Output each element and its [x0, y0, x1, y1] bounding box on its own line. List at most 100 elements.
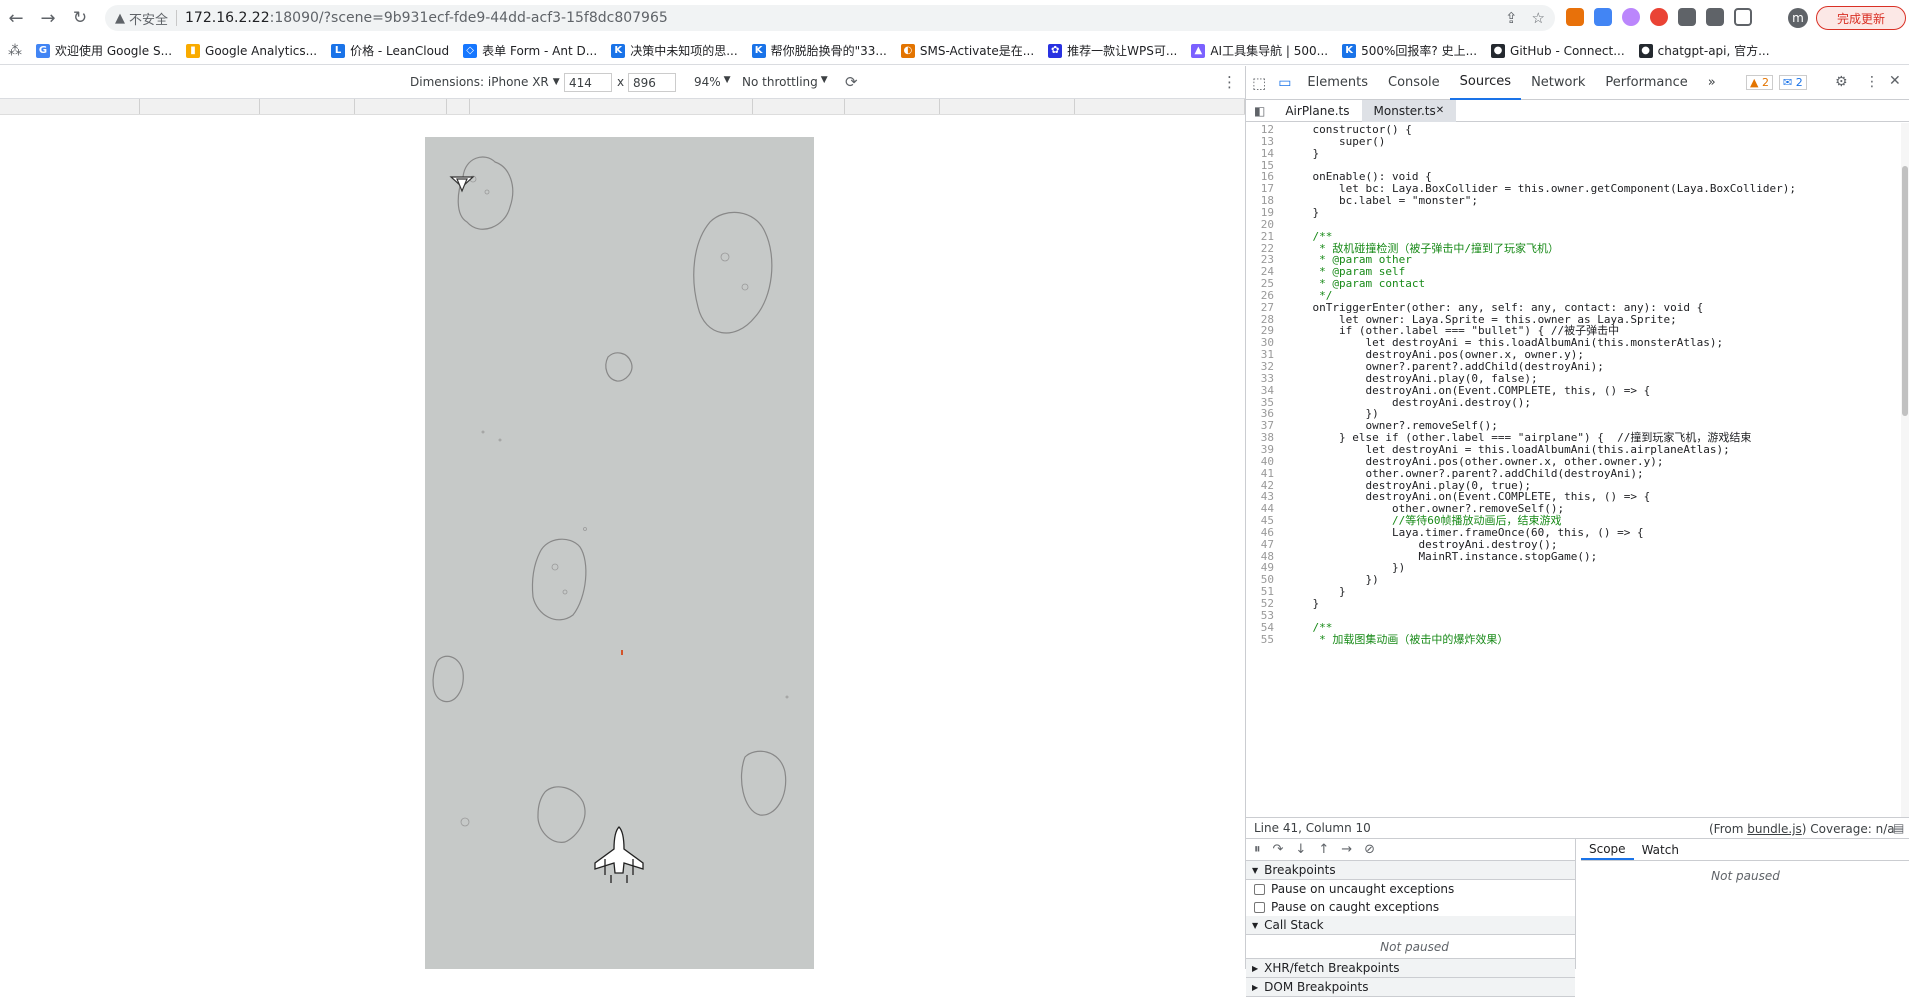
security-label: 不安全 [129, 12, 169, 28]
bookmark-star-icon[interactable]: ☆ [1532, 9, 1545, 27]
translate-icon[interactable] [1678, 8, 1696, 26]
step-icon[interactable]: → [1341, 842, 1352, 857]
close-tab-icon[interactable]: ✕ [1436, 105, 1444, 116]
share-icon[interactable]: ⇪ [1505, 9, 1518, 27]
bookmark-item[interactable]: ▮ Google Analytics... [186, 43, 317, 58]
file-tab[interactable]: AirPlane.ts [1273, 100, 1361, 122]
puzzle-extensions-icon[interactable] [1706, 8, 1724, 26]
breakpoints-section-header[interactable]: ▼ Breakpoints [1246, 861, 1575, 880]
enemy-plane [449, 176, 475, 193]
triangle-right-icon: ▶ [1252, 963, 1259, 973]
bookmark-favicon-icon: ✿ [1048, 43, 1063, 58]
back-arrow-icon[interactable]: ← [4, 6, 28, 30]
tab-watch[interactable]: Watch [1634, 839, 1687, 860]
bookmark-favicon-icon: K [611, 43, 626, 58]
dom-breakpoints-header[interactable]: ▶ DOM Breakpoints [1246, 978, 1575, 997]
code-editor[interactable]: 12 constructor() {13 super() 14 } 15 16 onE… [1246, 123, 1900, 817]
bookmark-favicon-icon: ▲ [1191, 43, 1206, 58]
call-stack-section-header[interactable]: ▼ Call Stack [1246, 916, 1575, 935]
source-prefix: (From [1709, 822, 1748, 836]
tab-console[interactable]: Console [1378, 66, 1450, 100]
source-file-link[interactable]: bundle.js [1747, 822, 1802, 836]
asteroid [531, 538, 587, 621]
bookmark-item[interactable]: ✿ 推荐一款让WPS可... [1048, 42, 1177, 59]
pause-uncaught-row[interactable]: Pause on uncaught exceptions [1246, 880, 1575, 898]
scrollbar-thumb[interactable] [1902, 166, 1908, 416]
profile-avatar[interactable]: m [1788, 8, 1808, 28]
bookmark-item[interactable]: ▲ AI工具集导航 | 500... [1191, 42, 1328, 59]
pause-caught-label: Pause on caught exceptions [1271, 900, 1440, 914]
messages-badge[interactable]: ✉ 2 [1778, 75, 1807, 90]
more-options-icon[interactable]: ⋮ [1865, 74, 1879, 90]
star [583, 527, 587, 531]
crater [720, 252, 730, 262]
bookmark-label: 价格 - LeanCloud [350, 44, 450, 58]
more-tabs-icon[interactable]: » [1698, 66, 1726, 100]
bookmark-item[interactable]: K 决策中未知项的思... [611, 42, 738, 59]
device-height-input[interactable]: 896 [628, 73, 676, 92]
code-line[interactable]: 55 * 加载图集动画（被击中的爆炸效果） [1246, 633, 1900, 647]
bookmark-item[interactable]: ◐ SMS-Activate是在... [900, 42, 1034, 59]
bookmark-label: 500%回报率? 史上... [1361, 44, 1478, 58]
bookmark-item[interactable]: K 500%回报率? 史上... [1342, 42, 1477, 59]
scope-status: Not paused [1711, 869, 1780, 883]
step-into-icon[interactable]: ↓ [1295, 842, 1306, 857]
call-stack-label: Call Stack [1264, 918, 1324, 932]
throttling-select[interactable]: No throttling ▼ [742, 75, 828, 89]
tab-sources[interactable]: Sources [1449, 66, 1522, 100]
tab-network[interactable]: Network [1521, 66, 1595, 100]
warnings-badge[interactable]: ▲ 2 [1746, 75, 1773, 90]
bookmark-favicon-icon: ◇ [463, 43, 478, 58]
settings-gear-icon[interactable]: ⚙ [1835, 74, 1848, 90]
forward-arrow-icon[interactable]: → [36, 6, 60, 30]
bookmark-item[interactable]: ◇ 表单 Form - Ant D... [463, 42, 597, 59]
pause-uncaught-checkbox[interactable] [1254, 883, 1265, 895]
game-canvas[interactable] [425, 137, 814, 969]
pause-caught-row[interactable]: Pause on caught exceptions [1246, 898, 1575, 916]
coverage-icon[interactable]: ▤ [1893, 821, 1904, 835]
chrome-extension-icon[interactable] [1650, 8, 1668, 26]
bookmark-item[interactable]: K 帮你脱胎换骨的"33... [751, 42, 887, 59]
translate-extension-icon[interactable] [1594, 8, 1612, 26]
file-tab-label: AirPlane.ts [1285, 103, 1350, 118]
apps-grid-icon[interactable]: ⁂ [8, 43, 22, 59]
step-over-icon[interactable]: ↷ [1273, 842, 1284, 857]
bookmark-label: 推荐一款让WPS可... [1067, 44, 1178, 58]
device-toggle-icon[interactable]: ▭ [1272, 66, 1297, 100]
debugger-sidebar: ⏸ ↷ ↓ ↑ → ⊘ ▼ Breakpoints Pause on uncaug… [1246, 839, 1576, 997]
metamask-extension-icon[interactable] [1566, 8, 1584, 26]
zoom-select[interactable]: 94% ▼ [694, 75, 731, 89]
bookmark-favicon-icon: ● [1491, 43, 1506, 58]
bookmark-item[interactable]: G 欢迎使用 Google S... [36, 42, 172, 59]
rotate-icon[interactable]: ⟳ [845, 73, 858, 91]
close-icon[interactable]: ✕ [1889, 73, 1901, 89]
extension-icon[interactable] [1622, 8, 1640, 26]
side-panel-icon[interactable] [1734, 8, 1752, 26]
pause-caught-checkbox[interactable] [1254, 901, 1265, 913]
warning-triangle-icon: ▲ [115, 10, 125, 26]
step-out-icon[interactable]: ↑ [1318, 842, 1329, 857]
update-button[interactable]: 完成更新 [1816, 6, 1906, 30]
deactivate-breakpoints-icon[interactable]: ⊘ [1364, 842, 1375, 857]
inspect-element-icon[interactable]: ⬚ [1246, 66, 1272, 100]
tab-elements[interactable]: Elements [1297, 66, 1378, 100]
messages-count: 2 [1795, 76, 1803, 89]
more-options-icon[interactable]: ⋮ [1222, 73, 1237, 91]
reload-icon[interactable]: ↻ [68, 6, 92, 30]
line-number[interactable]: 55 [1246, 633, 1286, 647]
device-width-input[interactable]: 414 [564, 73, 612, 92]
device-select[interactable]: Dimensions: iPhone XR ▼ [410, 75, 560, 89]
bookmark-item[interactable]: ● GitHub - Connect... [1491, 43, 1625, 58]
address-bar[interactable]: ▲ 不安全 172.16.2.22:18090/?scene=9b931ecf-… [105, 5, 1555, 31]
asteroid [432, 655, 464, 703]
pause-icon[interactable]: ⏸ [1254, 842, 1261, 857]
tab-performance[interactable]: Performance [1595, 66, 1697, 100]
tab-scope[interactable]: Scope [1581, 839, 1634, 860]
game-scene [432, 156, 789, 883]
navigator-toggle-icon[interactable]: ◧ [1246, 100, 1273, 122]
asteroid [605, 352, 633, 382]
bookmark-item[interactable]: ● chatgpt-api, 官方... [1638, 42, 1770, 59]
bookmark-item[interactable]: L 价格 - LeanCloud [331, 42, 449, 59]
file-tab[interactable]: Monster.ts ✕ [1361, 99, 1457, 122]
debugger-controls: ⏸ ↷ ↓ ↑ → ⊘ [1246, 839, 1575, 861]
